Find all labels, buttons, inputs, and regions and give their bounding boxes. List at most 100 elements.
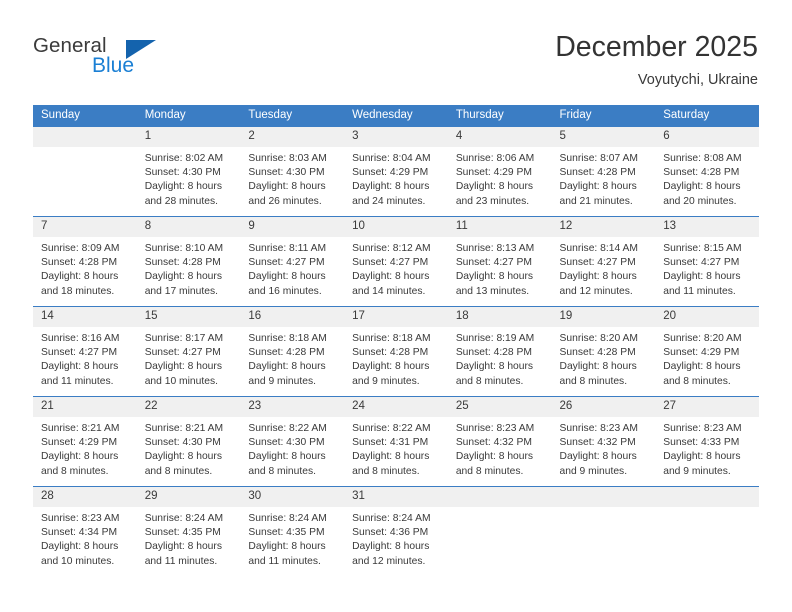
brand-name-blue: Blue [92,54,135,77]
daylight-text-line1: Daylight: 8 hours [559,181,637,193]
calendar-page: General Blue December 2025 Voyutychi, Uk… [0,0,792,612]
daylight-text-line2: and 21 minutes. [559,195,633,207]
day-details: Sunrise: 8:23 AM Sunset: 4:33 PM Daylight:… [655,417,759,479]
day-number: 21 [33,397,137,417]
daylight-text-line1: Daylight: 8 hours [248,451,326,463]
day-details: Sunrise: 8:03 AM Sunset: 4:30 PM Daylight:… [240,147,344,209]
daylight-text-line2: and 11 minutes. [248,555,321,567]
calendar-day-cell[interactable]: 13 Sunrise: 8:15 AM Sunset: 4:27 PM Dayligh… [655,216,759,307]
sunset-text: Sunset: 4:32 PM [455,437,532,449]
sunrise-text: Sunrise: 8:14 AM [559,243,638,254]
sunrise-text: Sunrise: 8:08 AM [663,153,742,164]
calendar-day-cell[interactable]: 8 Sunrise: 8:10 AM Sunset: 4:28 PM Daylight… [136,216,241,307]
weekday-header-wednesday: Wednesday [344,105,448,127]
weekday-header-sunday: Sunday [33,105,137,127]
daylight-text-line2: and 8 minutes. [559,375,628,387]
calendar-day-cell[interactable]: 3 Sunrise: 8:04 AM Sunset: 4:29 PM Daylight… [344,126,448,217]
calendar-day-cell[interactable]: 6 Sunrise: 8:08 AM Sunset: 4:28 PM Daylight… [655,126,759,217]
calendar-day-cell[interactable]: 19 Sunrise: 8:20 AM Sunset: 4:28 PM Dayligh… [551,306,656,397]
calendar-day-cell[interactable]: 29 Sunrise: 8:24 AM Sunset: 4:35 PM Dayligh… [136,486,241,576]
day-details: Sunrise: 8:04 AM Sunset: 4:29 PM Daylight:… [344,147,448,209]
daylight-text-line1: Daylight: 8 hours [41,271,119,283]
calendar-day-cell[interactable]: 14 Sunrise: 8:16 AM Sunset: 4:27 PM Dayligh… [33,306,137,397]
day-details: Sunrise: 8:23 AM Sunset: 4:32 PM Daylight:… [552,417,656,479]
daylight-text-line2: and 9 minutes. [559,465,628,477]
day-details: Sunrise: 8:23 AM Sunset: 4:32 PM Daylight:… [448,417,552,479]
daylight-text-line1: Daylight: 8 hours [663,451,741,463]
sunset-text: Sunset: 4:32 PM [559,437,636,449]
calendar-day-cell[interactable]: 27 Sunrise: 8:23 AM Sunset: 4:33 PM Dayligh… [655,396,759,487]
daylight-text-line1: Daylight: 8 hours [352,451,430,463]
sunrise-text: Sunrise: 8:04 AM [352,153,431,164]
day-number: 20 [655,307,759,327]
calendar-day-cell[interactable]: 10 Sunrise: 8:12 AM Sunset: 4:27 PM Dayligh… [344,216,448,307]
sunset-text: Sunset: 4:28 PM [248,347,325,359]
calendar-day-cell[interactable]: 21 Sunrise: 8:21 AM Sunset: 4:29 PM Dayligh… [33,396,137,487]
calendar-day-cell[interactable]: 7 Sunrise: 8:09 AM Sunset: 4:28 PM Daylight… [33,216,137,307]
weekday-header-monday: Monday [136,105,241,127]
daylight-text-line2: and 11 minutes. [41,375,114,387]
calendar-day-cell[interactable]: 24 Sunrise: 8:22 AM Sunset: 4:31 PM Dayligh… [344,396,448,487]
day-details: Sunrise: 8:12 AM Sunset: 4:27 PM Daylight:… [344,237,448,299]
calendar-day-cell[interactable]: 20 Sunrise: 8:20 AM Sunset: 4:29 PM Dayligh… [655,306,759,397]
calendar-day-cell[interactable]: 15 Sunrise: 8:17 AM Sunset: 4:27 PM Dayligh… [136,306,241,397]
sunrise-text: Sunrise: 8:24 AM [352,513,431,524]
calendar-day-cell[interactable]: 16 Sunrise: 8:18 AM Sunset: 4:28 PM Dayligh… [240,306,345,397]
calendar-day-cell[interactable]: 12 Sunrise: 8:14 AM Sunset: 4:27 PM Dayligh… [551,216,656,307]
daylight-text-line2: and 26 minutes. [248,195,322,207]
day-number: 9 [240,217,345,237]
brand-logo[interactable]: General Blue [33,34,243,86]
day-number: 26 [551,397,656,417]
calendar-day-cell[interactable]: 31 Sunrise: 8:24 AM Sunset: 4:36 PM Dayligh… [344,486,448,576]
day-number: 2 [240,127,345,147]
calendar-day-cell[interactable]: 1 Sunrise: 8:02 AM Sunset: 4:30 PM Daylight… [136,126,241,217]
calendar-day-cell[interactable]: 17 Sunrise: 8:18 AM Sunset: 4:28 PM Dayligh… [344,306,448,397]
day-number: 8 [136,217,241,237]
sunrise-text: Sunrise: 8:03 AM [248,153,327,164]
daylight-text-line1: Daylight: 8 hours [559,361,637,373]
sunset-text: Sunset: 4:34 PM [41,527,118,539]
day-details: Sunrise: 8:24 AM Sunset: 4:35 PM Daylight:… [240,507,344,569]
day-details: Sunrise: 8:18 AM Sunset: 4:28 PM Daylight:… [344,327,448,389]
day-number: 11 [447,217,552,237]
sunset-text: Sunset: 4:31 PM [352,437,429,449]
day-details: Sunrise: 8:14 AM Sunset: 4:27 PM Daylight:… [552,237,656,299]
calendar-day-cell[interactable]: 2 Sunrise: 8:03 AM Sunset: 4:30 PM Daylight… [240,126,345,217]
day-number: 18 [447,307,552,327]
calendar-day-cell[interactable]: 4 Sunrise: 8:06 AM Sunset: 4:29 PM Daylight… [447,126,552,217]
day-number: 6 [655,127,759,147]
calendar-day-cell[interactable]: 28 Sunrise: 8:23 AM Sunset: 4:34 PM Dayligh… [33,486,137,576]
calendar-day-cell[interactable]: 22 Sunrise: 8:21 AM Sunset: 4:30 PM Dayligh… [136,396,241,487]
daylight-text-line2: and 9 minutes. [248,375,316,387]
sunrise-text: Sunrise: 8:16 AM [41,333,120,344]
sunrise-text: Sunrise: 8:11 AM [248,243,327,254]
calendar-day-cell[interactable]: 30 Sunrise: 8:24 AM Sunset: 4:35 PM Dayligh… [240,486,345,576]
calendar-body: 1 Sunrise: 8:02 AM Sunset: 4:30 PM Daylight… [33,126,759,576]
day-number: 24 [344,397,448,417]
calendar-table: Sunday Monday Tuesday Wednesday Thursday… [33,105,759,576]
day-number: 28 [33,487,137,507]
calendar-day-cell[interactable]: 18 Sunrise: 8:19 AM Sunset: 4:28 PM Dayligh… [447,306,552,397]
daylight-text-line1: Daylight: 8 hours [144,271,222,283]
daylight-text-line2: and 28 minutes. [144,195,218,207]
sunset-text: Sunset: 4:28 PM [663,167,740,179]
daylight-text-line2: and 8 minutes. [41,465,109,477]
daylight-text-line2: and 11 minutes. [144,555,218,567]
calendar-day-cell[interactable]: 11 Sunrise: 8:13 AM Sunset: 4:27 PM Dayligh… [447,216,552,307]
daylight-text-line1: Daylight: 8 hours [663,271,741,283]
calendar-day-cell[interactable]: 25 Sunrise: 8:23 AM Sunset: 4:32 PM Dayligh… [447,396,552,487]
day-details: Sunrise: 8:19 AM Sunset: 4:28 PM Daylight:… [448,327,552,389]
calendar-day-cell[interactable]: 9 Sunrise: 8:11 AM Sunset: 4:27 PM Daylight… [240,216,345,307]
daylight-text-line1: Daylight: 8 hours [663,361,741,373]
calendar-day-cell[interactable]: 5 Sunrise: 8:07 AM Sunset: 4:28 PM Daylight… [551,126,656,217]
day-details: Sunrise: 8:15 AM Sunset: 4:27 PM Daylight:… [655,237,759,299]
day-details: Sunrise: 8:20 AM Sunset: 4:28 PM Daylight:… [552,327,656,389]
calendar-day-cell[interactable]: 23 Sunrise: 8:22 AM Sunset: 4:30 PM Dayligh… [240,396,345,487]
day-number: 10 [344,217,448,237]
day-details: Sunrise: 8:07 AM Sunset: 4:28 PM Daylight:… [552,147,656,209]
daylight-text-line2: and 9 minutes. [663,465,731,477]
calendar-day-cell[interactable]: 26 Sunrise: 8:23 AM Sunset: 4:32 PM Dayligh… [551,396,656,487]
day-number: 23 [240,397,345,417]
daylight-text-line2: and 8 minutes. [663,375,731,387]
calendar-week-row: 21 Sunrise: 8:21 AM Sunset: 4:29 PM Dayligh… [33,396,759,487]
